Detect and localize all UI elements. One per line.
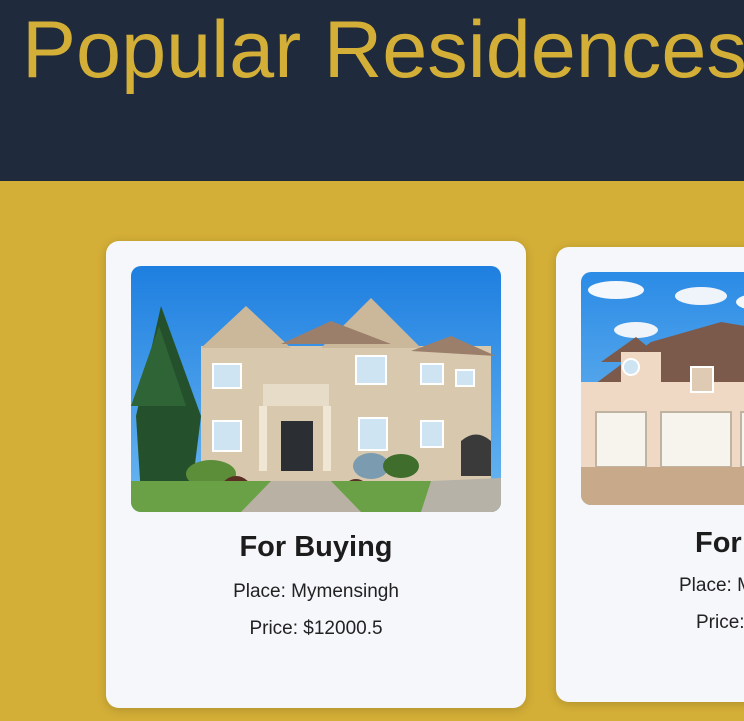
card-title: For [695,527,742,559]
page-header: Popular Residences [0,0,744,181]
card-place: Place: M [679,575,744,596]
card-price: Price: $12000.5 [249,618,383,639]
house-photo-icon [131,266,501,512]
page-title: Popular Residences [22,5,744,95]
card-price: Price: [696,612,744,633]
card-place: Place: Mymensingh [233,581,399,602]
card-title: For Buying [239,531,393,563]
residence-card[interactable]: For Buying Place: Mymensingh Price: $120… [106,241,526,708]
house-photo-icon [581,272,744,505]
residence-card[interactable]: For Place: M Price: [556,247,744,702]
